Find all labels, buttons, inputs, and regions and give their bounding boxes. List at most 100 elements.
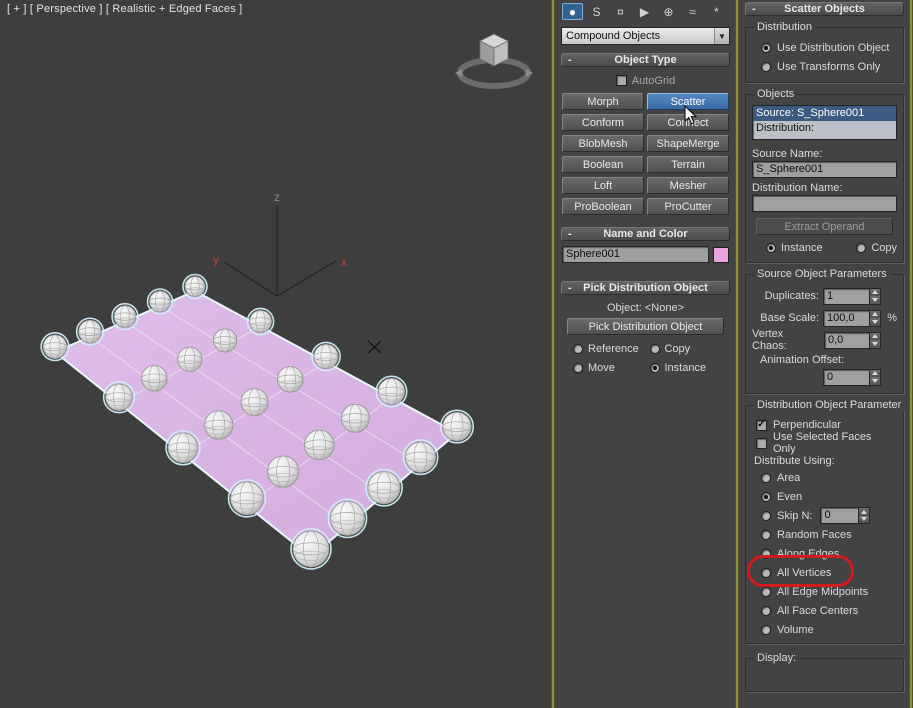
viewport-label[interactable]: [ + ] [ Perspective ] [ Realistic + Edge… [7, 3, 242, 15]
axis-y-label: y [213, 253, 219, 267]
viewport-canvas[interactable]: z y x [0, 0, 552, 708]
command-panel: ● S ¤ ▶ ⊕ ≈ * Compound Objects ▼ - Objec… [556, 0, 735, 708]
volume-radio[interactable] [761, 624, 771, 635]
conform-button[interactable]: Conform [562, 114, 644, 131]
all-edge-midpoints-radio[interactable] [761, 586, 771, 597]
object-color-swatch[interactable] [713, 246, 729, 263]
distribution-group-title: Distribution [753, 21, 817, 33]
use-distribution-object-label: Use Distribution Object [777, 41, 890, 54]
all-face-centers-label: All Face Centers [777, 604, 859, 617]
all-edge-midpoints-row: All Edge Midpoints [752, 582, 897, 601]
all-vertices-label: All Vertices [777, 566, 832, 579]
systems-icon[interactable]: * [706, 3, 727, 20]
mesher-button[interactable]: Mesher [647, 177, 729, 194]
distribute-using-label: Distribute Using: [754, 455, 835, 467]
area-row: Area [752, 468, 897, 487]
move-label: Move [588, 361, 615, 374]
shapes-icon[interactable]: S [586, 3, 607, 20]
move-radio[interactable] [573, 362, 583, 373]
all-face-centers-radio[interactable] [761, 605, 771, 616]
instance-label: Instance [664, 361, 707, 374]
view-cube[interactable] [455, 33, 533, 89]
procutter-button[interactable]: ProCutter [647, 198, 729, 215]
autogrid-checkbox[interactable] [615, 75, 627, 86]
extract-copy-radio[interactable] [856, 243, 867, 253]
duplicates-spinner[interactable]: 1 [823, 287, 881, 305]
reference-radio[interactable] [573, 343, 583, 354]
all-vertices-radio[interactable] [761, 567, 771, 578]
blobmesh-button[interactable]: BlobMesh [562, 135, 644, 152]
objects-listbox[interactable]: Source: S_Sphere001 Distribution: [752, 105, 897, 140]
rollout-object-type[interactable]: - Object Type [561, 53, 730, 67]
display-group-title: Display: [753, 652, 801, 664]
cameras-icon[interactable]: ▶ [634, 3, 655, 20]
panel-separator-right [909, 0, 913, 708]
distribution-name-input[interactable] [752, 195, 897, 212]
autogrid-label: AutoGrid [631, 74, 676, 87]
chevron-down-icon[interactable]: ▼ [714, 28, 729, 44]
use-transforms-only-radio[interactable] [761, 61, 771, 72]
list-item-source[interactable]: Source: S_Sphere001 [753, 106, 896, 121]
scatter-button[interactable]: Scatter [647, 93, 729, 110]
rollout-scatter-objects[interactable]: - Scatter Objects [745, 2, 904, 16]
use-selected-faces-row: Use Selected Faces Only [752, 431, 897, 455]
instance-radio[interactable] [649, 362, 660, 373]
scatter-objects-panel: - Scatter Objects Distribution Use Distr… [740, 0, 909, 708]
even-label: Even [777, 490, 803, 503]
connect-button[interactable]: Connect [647, 114, 729, 131]
animation-offset-spinner[interactable]: 0 [823, 368, 881, 386]
copy-radio[interactable] [649, 343, 660, 354]
use-selected-faces-label: Use Selected Faces Only [773, 431, 872, 455]
loft-button[interactable]: Loft [562, 177, 644, 194]
proboolean-button[interactable]: ProBoolean [562, 198, 644, 215]
objects-group: Objects Source: S_Sphere001 Distribution… [745, 88, 904, 263]
space-warps-icon[interactable]: ≈ [682, 3, 703, 20]
geometry-icon[interactable]: ● [562, 3, 583, 20]
object-category-dropdown[interactable]: Compound Objects ▼ [561, 27, 730, 45]
scatter-scene[interactable] [40, 273, 475, 570]
distribution-group: Distribution Use Distribution Object Use… [745, 21, 904, 83]
rollout-scatter-objects-title: Scatter Objects [784, 3, 865, 15]
use-distribution-object-radio[interactable] [761, 42, 771, 53]
perpendicular-checkbox[interactable]: ✓ [756, 419, 767, 431]
skip-n-radio[interactable] [761, 510, 771, 521]
use-selected-faces-checkbox[interactable] [756, 437, 767, 449]
terrain-button[interactable]: Terrain [647, 156, 729, 173]
objects-group-title: Objects [753, 88, 799, 100]
base-scale-unit: % [887, 312, 897, 324]
pick-distribution-object-button[interactable]: Pick Distribution Object [567, 318, 724, 335]
base-scale-spinner[interactable]: 100,0 [823, 309, 881, 327]
skip-n-row: Skip N: 0 [752, 506, 897, 525]
duplicates-label: Duplicates: [764, 290, 819, 302]
panel-separator-left [551, 0, 555, 708]
autogrid-row: AutoGrid [561, 72, 730, 89]
shapemerge-button[interactable]: ShapeMerge [647, 135, 729, 152]
list-item-distribution[interactable]: Distribution: [753, 121, 896, 136]
all-face-centers-row: All Face Centers [752, 601, 897, 620]
helpers-icon[interactable]: ⊕ [658, 3, 679, 20]
skip-n-spinner[interactable]: 0 [820, 507, 871, 524]
create-category-toolbar: ● S ¤ ▶ ⊕ ≈ * [561, 0, 730, 23]
extract-copy-label: Copy [871, 242, 897, 254]
extract-instance-radio[interactable] [766, 243, 776, 253]
boolean-button[interactable]: Boolean [562, 156, 644, 173]
area-radio[interactable] [761, 472, 771, 483]
viewport-3d[interactable]: z y x [ + ] [ Perspective ] [ Realistic … [0, 0, 552, 708]
axis-z-label: z [274, 190, 280, 204]
random-faces-radio[interactable] [761, 529, 771, 540]
morph-button[interactable]: Morph [562, 93, 644, 110]
panel-separator-middle [735, 0, 739, 708]
source-name-input[interactable]: S_Sphere001 [752, 161, 897, 178]
along-edges-radio[interactable] [761, 548, 771, 559]
extract-operand-button[interactable]: Extract Operand [756, 218, 893, 235]
collapse-icon: - [568, 54, 572, 66]
even-radio[interactable] [761, 491, 771, 502]
use-transforms-only-label: Use Transforms Only [777, 60, 881, 73]
vertex-chaos-spinner[interactable]: 0,0 [823, 331, 881, 349]
object-name-input[interactable]: Sphere001 [562, 246, 709, 263]
rollout-pick-distribution-title: Pick Distribution Object [583, 282, 708, 294]
lights-icon[interactable]: ¤ [610, 3, 631, 20]
rollout-pick-distribution[interactable]: - Pick Distribution Object [561, 281, 730, 295]
area-label: Area [777, 471, 801, 484]
rollout-name-and-color[interactable]: - Name and Color [561, 227, 730, 241]
